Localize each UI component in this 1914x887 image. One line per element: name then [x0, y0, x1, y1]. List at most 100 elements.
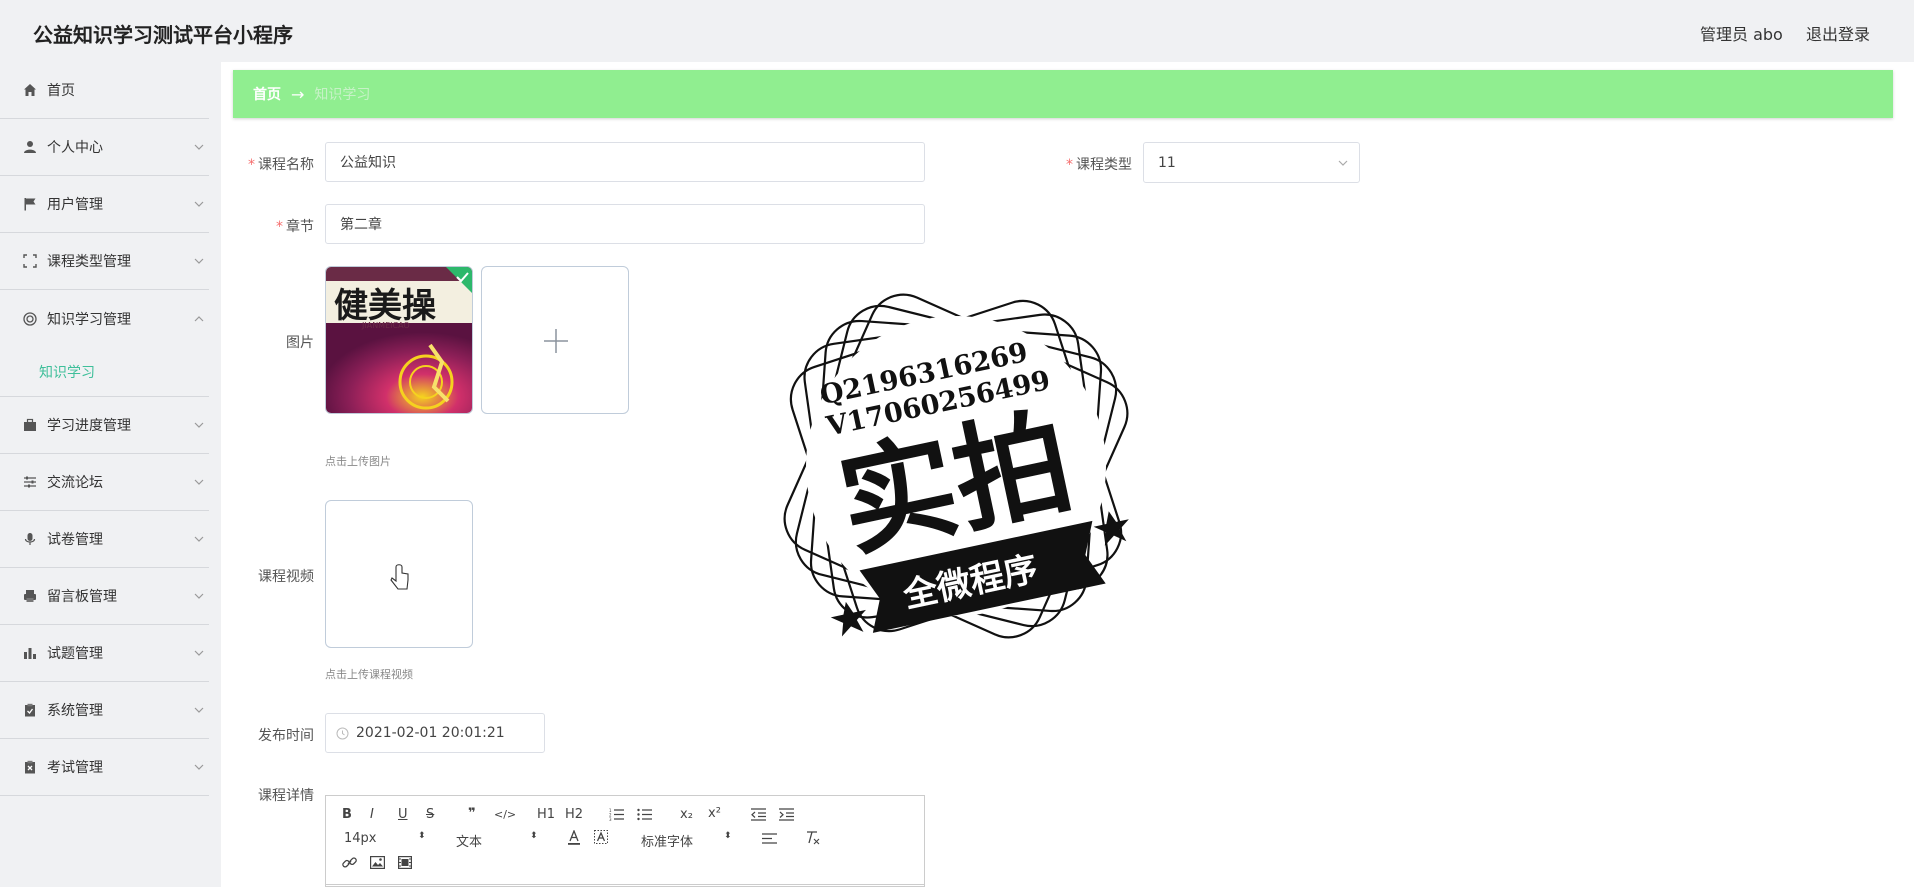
book-cover-image: 健美操 JIANMEICAO	[326, 267, 472, 413]
sidebar-item-exam-paper-management[interactable]: 试卷管理	[0, 511, 209, 568]
indent-icon[interactable]	[779, 808, 794, 821]
flag-icon	[22, 196, 38, 212]
bar-chart-icon	[22, 645, 38, 661]
logout-link[interactable]: 退出登录	[1806, 21, 1870, 45]
chevron-down-icon	[194, 144, 204, 150]
chevron-down-icon	[1338, 160, 1348, 166]
sliders-icon	[22, 474, 38, 490]
chapter-input[interactable]: 第二章	[325, 204, 925, 244]
video-label: 课程视频	[258, 569, 314, 585]
chevron-down-icon	[194, 479, 204, 485]
home-icon	[22, 82, 38, 98]
sidebar-item-label: 用户管理	[47, 197, 103, 213]
image-upload-button[interactable]	[481, 266, 629, 414]
chevron-down-icon	[194, 201, 204, 207]
sidebar-item-progress-management[interactable]: 学习进度管理	[0, 397, 209, 454]
chevron-down-icon	[194, 707, 204, 713]
book-cover-pinyin: JIANMEICAO	[361, 321, 410, 330]
sidebar-item-knowledge-management[interactable]: 知识学习管理	[0, 290, 209, 347]
fullscreen-icon	[22, 253, 38, 269]
sidebar-item-label: 交流论坛	[47, 475, 103, 491]
course-name-label: * 课程名称	[248, 157, 314, 173]
sidebar-item-label: 知识学习管理	[47, 311, 131, 328]
clipboard-x-icon	[22, 759, 38, 775]
align-icon[interactable]	[762, 833, 777, 844]
required-mark: *	[1066, 157, 1073, 173]
printer-icon	[22, 588, 38, 604]
publish-time-picker[interactable]: 2021-02-01 20:01:21	[325, 713, 545, 753]
select-updown-icon: ⬍	[530, 831, 538, 841]
main-content: 首页 → 知识学习	[221, 62, 1914, 887]
rich-text-editor[interactable]: B I U S ❞ </> H1 H2 123 x₂ x² 14px ⬍ 文本 …	[325, 795, 925, 887]
font-family-select[interactable]: 标准字体	[641, 831, 693, 850]
plus-icon	[544, 329, 568, 353]
sidebar: 首页 个人中心 用户管理 课程类型管理 知识学习管理 知识学习 学习进度管理 交…	[0, 62, 209, 887]
hand-cursor-icon	[390, 564, 409, 590]
outdent-icon[interactable]	[751, 808, 766, 821]
sidebar-item-course-type-management[interactable]: 课程类型管理	[0, 233, 209, 290]
background-color-icon[interactable]	[594, 830, 608, 845]
sidebar-item-user-management[interactable]: 用户管理	[0, 176, 209, 233]
uploaded-image-thumbnail[interactable]: 健美操 JIANMEICAO	[325, 266, 473, 414]
sidebar-item-personal-center[interactable]: 个人中心	[0, 119, 209, 176]
sidebar-item-label: 个人中心	[47, 140, 103, 156]
microphone-icon	[22, 531, 38, 547]
clipboard-check-icon	[22, 702, 38, 718]
briefcase-icon	[22, 417, 38, 433]
sidebar-item-home[interactable]: 首页	[0, 62, 209, 119]
sidebar-item-label: 学习进度管理	[47, 418, 131, 434]
superscript-button[interactable]: x²	[708, 806, 721, 821]
code-block-button[interactable]: </>	[494, 808, 516, 821]
sidebar-subitem-knowledge-learning[interactable]: 知识学习	[0, 347, 209, 397]
course-type-select[interactable]: 11	[1143, 142, 1360, 183]
clear-format-icon[interactable]	[805, 831, 820, 845]
italic-button[interactable]: I	[370, 807, 374, 822]
course-type-value: 11	[1158, 154, 1176, 171]
subscript-button[interactable]: x₂	[680, 807, 693, 822]
sidebar-item-system-management[interactable]: 系统管理	[0, 682, 209, 739]
book-cover-title: 健美操	[334, 286, 436, 326]
admin-user-label: 管理员 abo	[1700, 25, 1783, 44]
font-size-select[interactable]: 14px	[344, 831, 377, 846]
chevron-down-icon	[194, 422, 204, 428]
strike-button[interactable]: S	[426, 807, 434, 822]
target-icon	[22, 311, 38, 327]
video-upload-button[interactable]	[325, 500, 473, 648]
sidebar-item-forum[interactable]: 交流论坛	[0, 454, 209, 511]
header-select[interactable]: 文本	[456, 831, 482, 850]
bold-button[interactable]: B	[342, 807, 352, 822]
bullet-list-icon[interactable]	[637, 808, 652, 821]
required-mark: *	[248, 157, 255, 173]
video-icon[interactable]	[398, 856, 412, 869]
sidebar-item-exam-management[interactable]: 考试管理	[0, 739, 209, 796]
sidebar-item-label: 系统管理	[47, 703, 103, 719]
publish-time-value: 2021-02-01 20:01:21	[356, 725, 505, 741]
breadcrumb-current: 知识学习	[314, 87, 371, 103]
header1-button[interactable]: H1	[537, 807, 555, 822]
chevron-down-icon	[194, 258, 204, 264]
sidebar-item-label: 留言板管理	[47, 589, 117, 605]
ordered-list-icon[interactable]: 123	[609, 808, 624, 821]
image-icon[interactable]	[370, 856, 385, 869]
underline-button[interactable]: U	[398, 807, 408, 822]
breadcrumb-home-link[interactable]: 首页	[253, 84, 281, 104]
course-name-input[interactable]: 公益知识	[325, 142, 925, 182]
top-header: 公益知识学习测试平台小程序 管理员 abo 退出登录	[0, 0, 1914, 62]
chevron-down-icon	[194, 536, 204, 542]
header2-button[interactable]: H2	[565, 807, 583, 822]
sidebar-item-question-management[interactable]: 试题管理	[0, 625, 209, 682]
image-label: 图片	[286, 335, 314, 351]
publish-time-label: 发布时间	[258, 728, 314, 744]
link-icon[interactable]	[342, 855, 357, 870]
blockquote-button[interactable]: ❞	[468, 806, 476, 821]
svg-text:3: 3	[609, 817, 612, 821]
sidebar-item-label: 首页	[47, 83, 75, 99]
image-upload-tip: 点击上传图片	[325, 455, 391, 468]
chevron-down-icon	[194, 764, 204, 770]
editor-toolbar-divider	[326, 884, 924, 885]
sidebar-item-label: 考试管理	[47, 760, 103, 776]
font-color-icon[interactable]	[567, 830, 581, 845]
sidebar-item-message-board[interactable]: 留言板管理	[0, 568, 209, 625]
chevron-up-icon	[194, 315, 204, 321]
required-mark: *	[276, 219, 283, 235]
